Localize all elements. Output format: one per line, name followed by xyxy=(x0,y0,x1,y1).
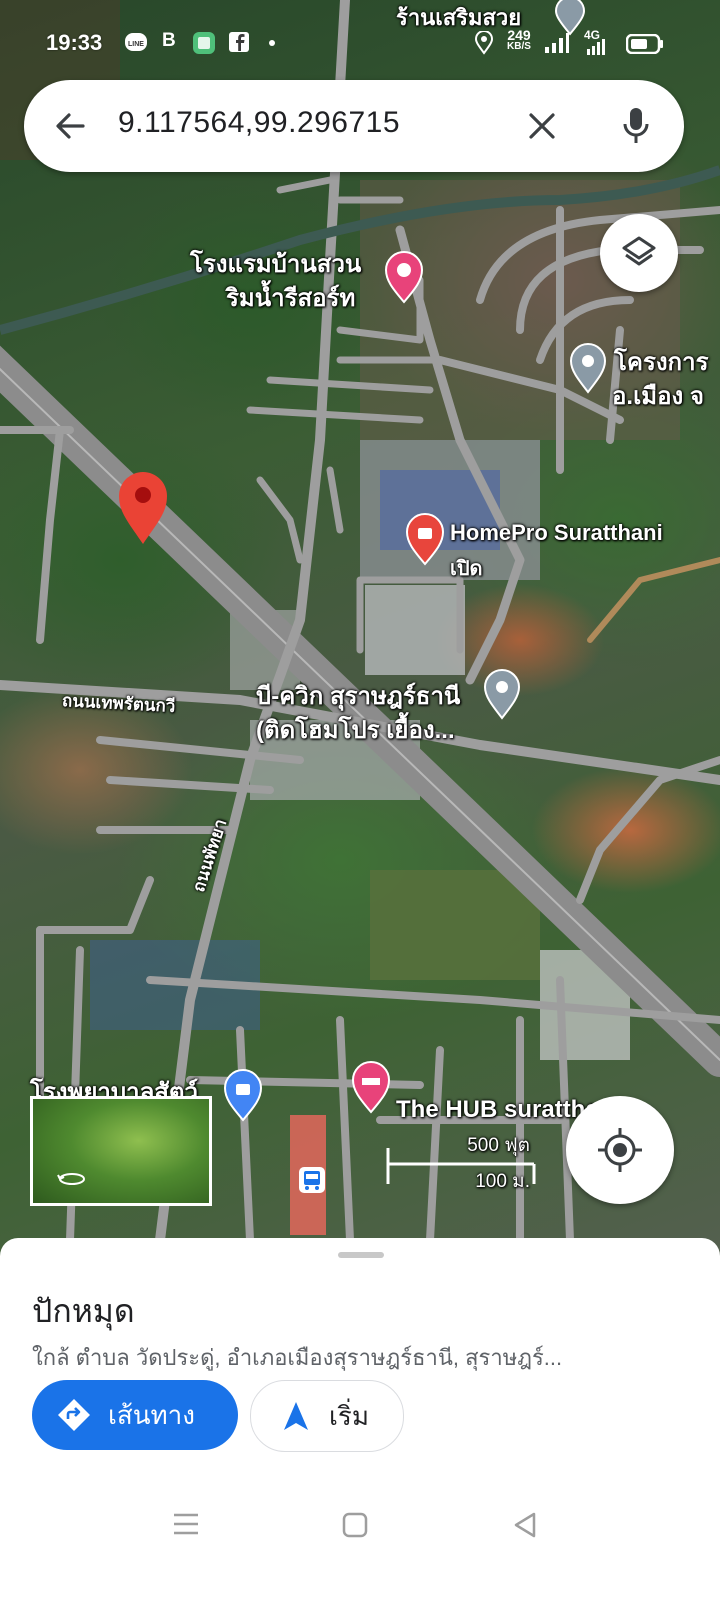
satellite-map[interactable]: ร้านเสริมสวย โรงแรมบ้านสวน ริมน้ำรีสอร์ท… xyxy=(0,0,720,1265)
map-label-homepro-status: เปิด xyxy=(450,558,483,580)
start-navigation-button[interactable]: เริ่ม xyxy=(250,1380,404,1452)
map-label-homepro[interactable]: HomePro Suratthani xyxy=(450,520,663,546)
net-speed: 249 KB/S xyxy=(502,28,536,52)
back-triangle-icon[interactable] xyxy=(512,1512,538,1538)
status-bar: 19:33 LINE B 249 KB/S 4G xyxy=(0,0,720,70)
street-view-thumbnail[interactable] xyxy=(30,1096,212,1206)
menu-icon[interactable] xyxy=(172,1512,200,1536)
my-location-icon xyxy=(598,1128,642,1172)
line-icon: LINE xyxy=(125,33,147,51)
location-icon xyxy=(474,31,494,55)
my-location-button[interactable] xyxy=(566,1096,674,1204)
shopping-pin-icon[interactable] xyxy=(404,512,446,566)
hotel-bed-pin-icon[interactable] xyxy=(350,1060,392,1114)
map-label-hotel-line2[interactable]: ริมน้ำรีสอร์ท xyxy=(226,278,355,317)
gray-place-pin-icon[interactable] xyxy=(482,668,522,720)
sheet-drag-handle[interactable] xyxy=(338,1252,384,1258)
place-address: ใกล้ ตำบล วัดประดู่, อำเภอเมืองสุราษฎร์ธ… xyxy=(32,1345,563,1370)
system-nav-bar xyxy=(0,1490,720,1600)
net-speed-unit: KB/S xyxy=(507,41,531,52)
close-icon xyxy=(529,113,555,139)
microphone-icon xyxy=(623,108,649,143)
green-app-icon xyxy=(193,32,215,54)
voice-search-button[interactable] xyxy=(612,102,660,150)
hotel-pin-icon[interactable] xyxy=(382,250,426,304)
clear-search-button[interactable] xyxy=(518,102,566,150)
directions-icon xyxy=(58,1399,90,1431)
arrow-left-icon xyxy=(56,113,85,139)
back-button[interactable] xyxy=(46,102,94,150)
net-speed-value: 249 xyxy=(507,27,531,43)
search-query[interactable]: 9.117564,99.296715 xyxy=(118,106,400,140)
search-bar[interactable]: 9.117564,99.296715 xyxy=(24,80,684,172)
navigation-arrow-icon xyxy=(284,1402,308,1430)
clock: 19:33 xyxy=(46,30,103,55)
start-label: เริ่ม xyxy=(329,1400,369,1431)
scale-imperial: 500 ฟุต xyxy=(467,1135,530,1156)
signal-icon xyxy=(587,39,605,55)
svg-text:LINE: LINE xyxy=(128,41,144,48)
map-label-bquik-line2[interactable]: (ติดโฮมโปร เยื้อง... xyxy=(256,710,455,749)
360-rotate-icon xyxy=(57,1173,85,1185)
scale-metric: 100 ม. xyxy=(475,1171,530,1192)
layers-button[interactable] xyxy=(600,214,678,292)
home-square-icon[interactable] xyxy=(342,1512,368,1538)
bus-stop-icon[interactable] xyxy=(298,1166,326,1194)
place-title: ปักหมุด xyxy=(32,1293,135,1329)
battery-icon xyxy=(626,34,663,54)
directions-button[interactable]: เส้นทาง xyxy=(32,1380,238,1450)
layers-icon xyxy=(622,236,656,266)
shopping-bag-pin-icon[interactable] xyxy=(222,1068,264,1122)
gray-place-pin-icon[interactable] xyxy=(568,342,608,394)
dot-icon xyxy=(269,40,275,46)
map-label-project-line2[interactable]: อ.เมือง จ xyxy=(612,376,704,415)
signal-icon xyxy=(545,33,569,53)
dropped-pin-icon[interactable] xyxy=(116,470,170,546)
facebook-icon xyxy=(229,32,249,52)
map-scale: 500 ฟุต 100 ม. xyxy=(386,1128,536,1192)
directions-label: เส้นทาง xyxy=(108,1399,195,1430)
bold-b-icon: B xyxy=(162,30,176,51)
